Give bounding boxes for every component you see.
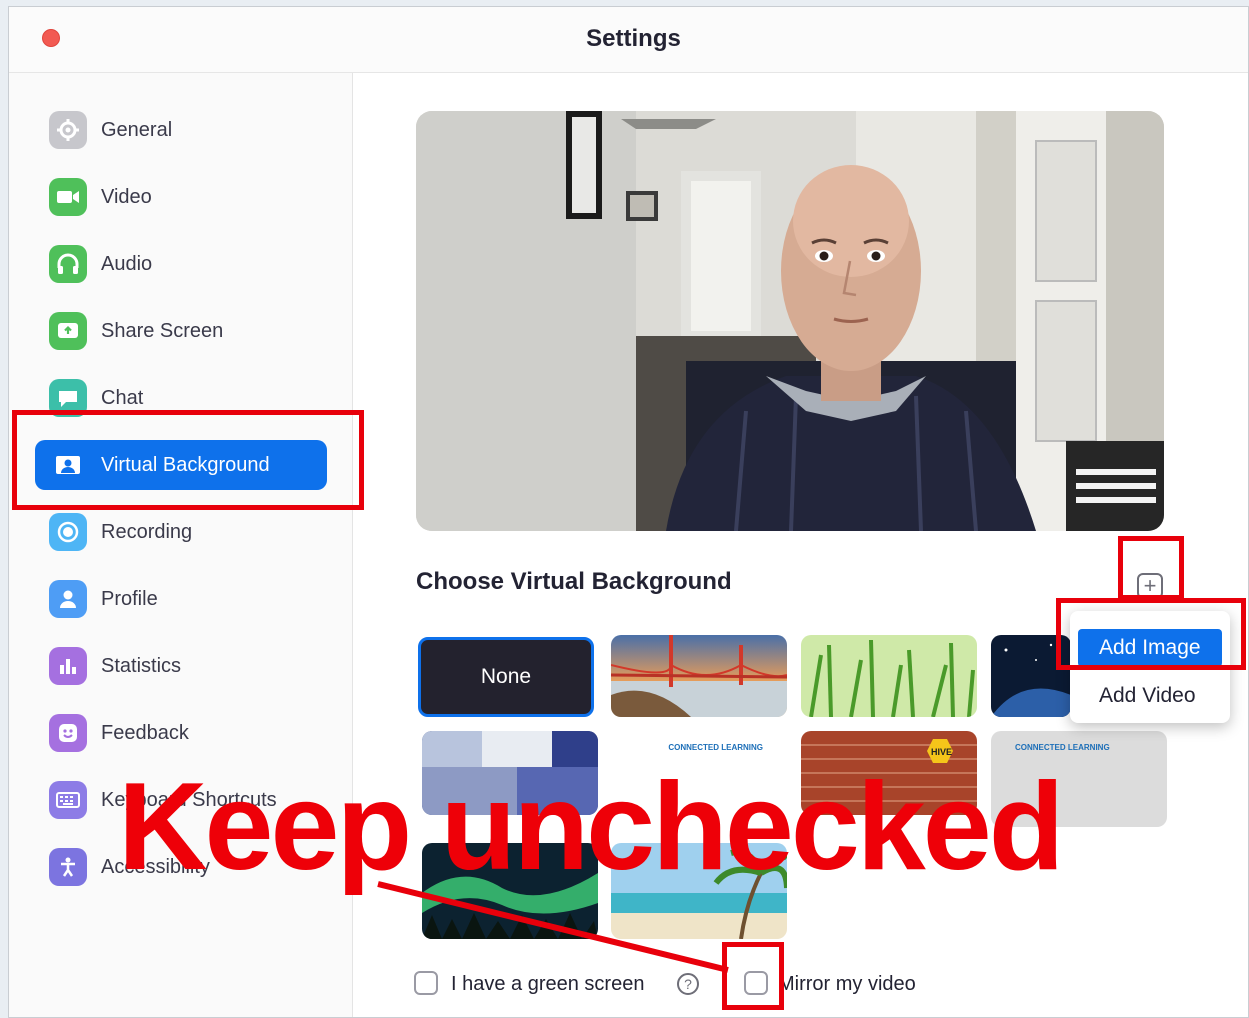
annotation-keep-unchecked: Keep unchecked — [118, 758, 1064, 896]
